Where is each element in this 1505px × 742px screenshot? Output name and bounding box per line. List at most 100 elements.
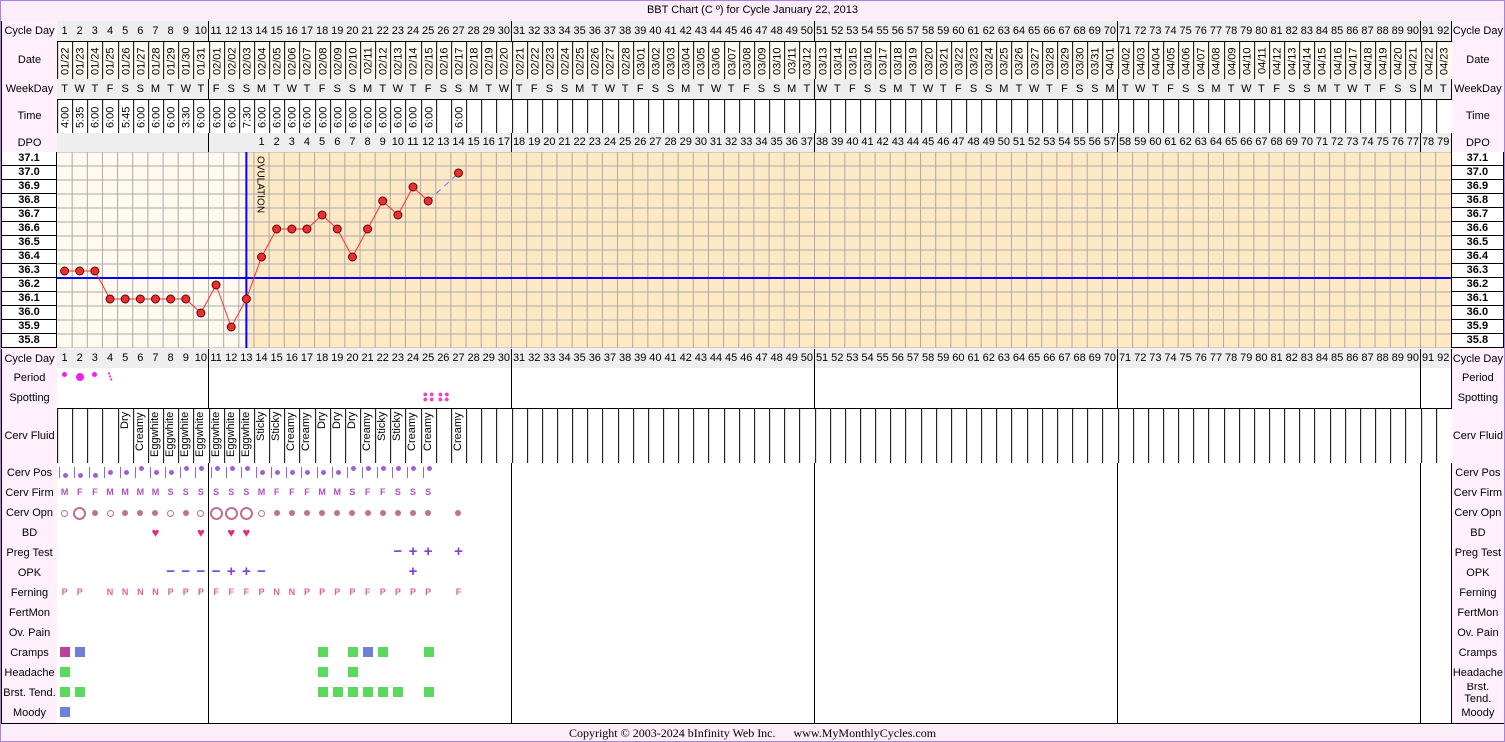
date-cell: 03/20 — [920, 41, 937, 80]
cycle_day-cell: 82 — [1284, 21, 1301, 42]
fertmon-cell — [784, 603, 801, 624]
brst_tend-cell — [72, 683, 89, 704]
opk-cell — [1405, 563, 1422, 584]
cramps-cell — [844, 643, 861, 664]
cerv_fluid-cell — [1223, 408, 1240, 464]
time-cell — [753, 99, 771, 134]
period-cell — [132, 368, 149, 389]
brst_tend-cell — [1314, 683, 1331, 704]
period-cell — [375, 368, 392, 389]
row-label-right-ov_pain: Ov. Pain — [1450, 623, 1504, 644]
brst_tend-cell — [147, 683, 165, 704]
row-label-dpo: DPO — [1, 133, 58, 153]
cramps-cell — [1011, 643, 1028, 664]
bd-cell — [420, 523, 437, 544]
weekday-cell: F — [208, 79, 225, 100]
heart-icon: ♥ — [151, 525, 160, 540]
cerv_fluid-cell — [647, 408, 664, 464]
temp-label: 37.1 — [1, 152, 57, 166]
dpo-cell — [238, 133, 255, 153]
spotting-cell — [511, 388, 528, 409]
cycle_day-cell: 1 — [57, 349, 74, 369]
headache-cell — [738, 663, 755, 684]
ov_pain-cell — [1299, 623, 1316, 644]
cerv_firm-cell — [1056, 483, 1074, 504]
date-cell: 02/15 — [420, 41, 437, 80]
date-cell: 03/14 — [829, 41, 846, 80]
cerv-opn-closed-icon — [303, 510, 310, 516]
cycle_day-cell: 80 — [1253, 349, 1270, 369]
time-cell — [541, 99, 558, 134]
ov_pain-cell — [799, 623, 816, 644]
ferning-cell: N — [147, 583, 165, 604]
cerv_fluid-cell — [526, 408, 543, 464]
ov_pain-cell — [829, 623, 846, 644]
headache-cell — [920, 663, 937, 684]
cycle_day-cell: 33 — [541, 21, 558, 42]
spotting-cell — [1162, 388, 1180, 409]
bd-cell — [1329, 523, 1346, 544]
bd-cell — [1390, 523, 1407, 544]
preg_test-cell — [1193, 543, 1210, 564]
cycle_day-cell: 71 — [1117, 349, 1134, 369]
cycle_day-cell: 22 — [375, 349, 392, 369]
cerv_firm-cell — [617, 483, 634, 504]
cycle_day-cell: 23 — [390, 349, 407, 369]
preg_test-cell — [1162, 543, 1180, 564]
moody-cell — [284, 703, 301, 724]
cerv_firm-cell: M — [253, 483, 271, 504]
cramps-cell — [1072, 643, 1089, 664]
ov_pain-cell — [147, 623, 165, 644]
weekday-cell: S — [117, 79, 134, 100]
headache-cell — [1299, 663, 1316, 684]
spotting-cell — [329, 388, 346, 409]
cerv_opn-cell — [1162, 503, 1180, 524]
time-cell: 6:00 — [253, 99, 271, 134]
time-cell — [981, 99, 998, 134]
cerv-opn-closed-icon — [349, 510, 356, 516]
cerv_firm-cell — [1269, 483, 1286, 504]
cramps-cell — [1132, 643, 1149, 664]
cerv_fluid-cell — [511, 408, 528, 464]
cerv_pos-cell — [299, 463, 316, 484]
cycle_day-cell: 17 — [299, 21, 316, 42]
bd-cell — [178, 523, 195, 544]
cerv_opn-cell — [1329, 503, 1346, 524]
ov_pain-cell — [375, 623, 392, 644]
headache-cell — [435, 663, 452, 684]
symptom-marker-icon — [423, 647, 434, 657]
row-label-cerv_opn: Cerv Opn — [1, 503, 58, 524]
cerv_pos-cell — [193, 463, 210, 484]
cerv-opn-closed-icon — [122, 510, 129, 516]
moody-cell — [1405, 703, 1422, 724]
row-label-cycle_day: Cycle Day — [1, 21, 58, 42]
cycle_day-cell: 5 — [117, 349, 134, 369]
temp-point — [196, 308, 206, 318]
ferning-cell — [1147, 583, 1164, 604]
weekday-cell: T — [587, 79, 604, 100]
cerv_fluid-cell — [829, 408, 846, 464]
dpo-cell: 47 — [950, 133, 967, 153]
brst_tend-cell — [208, 683, 225, 704]
cerv_opn-cell — [572, 503, 589, 524]
fertmon-cell — [1238, 603, 1255, 624]
brst_tend-cell — [435, 683, 452, 704]
ov_pain-cell — [329, 623, 346, 644]
dpo-cell: 70 — [1299, 133, 1316, 153]
fertmon-cell — [678, 603, 695, 624]
cerv_firm-cell — [1041, 483, 1058, 504]
bd-cell — [117, 523, 134, 544]
brst_tend-cell — [496, 683, 513, 704]
date-cell: 04/07 — [1193, 41, 1210, 80]
ferning-cell — [738, 583, 755, 604]
headache-cell — [481, 663, 498, 684]
cycle_day-cell: 61 — [966, 349, 983, 369]
preg_test-cell — [269, 543, 286, 564]
weekday-cell: S — [981, 79, 998, 100]
cerv_pos-cell — [541, 463, 558, 484]
weekday-cell: W — [602, 79, 619, 100]
cerv_pos-cell — [814, 463, 831, 484]
cerv_fluid-cell: Dry — [314, 408, 331, 464]
cramps-cell — [693, 643, 710, 664]
cerv_opn-cell — [1072, 503, 1089, 524]
